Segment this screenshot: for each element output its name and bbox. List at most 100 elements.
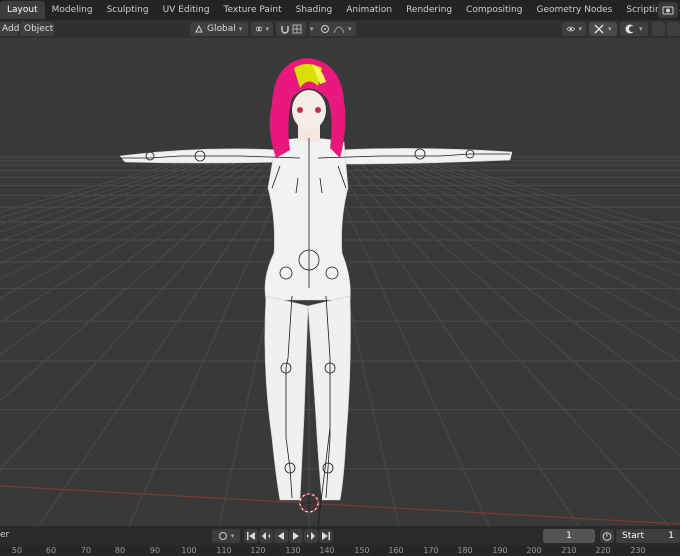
- grid-line: [0, 152, 232, 233]
- grid-line: [362, 152, 680, 310]
- grid-line: [38, 152, 292, 526]
- grid-line: [0, 152, 250, 265]
- pivot-point-dropdown[interactable]: ▾: [251, 22, 273, 36]
- ruler-tick: 60: [45, 546, 57, 555]
- tab-modeling[interactable]: Modeling: [45, 1, 100, 19]
- tab-sculpting[interactable]: Sculpting: [100, 1, 156, 19]
- chevron-down-icon: ▾: [230, 532, 235, 540]
- ruler-tick: 130: [285, 546, 301, 555]
- scene-selector-button[interactable]: [658, 2, 678, 18]
- jump-to-keyframe-forward-button[interactable]: [304, 529, 318, 543]
- chevron-down-icon: ▾: [639, 25, 643, 33]
- proportional-editing-icon: [321, 25, 329, 33]
- object-menu[interactable]: Object: [20, 22, 54, 36]
- shading-mode-button[interactable]: [652, 22, 665, 36]
- ruler-tick: 190: [492, 546, 508, 555]
- grid-line: [0, 152, 214, 213]
- timeline-label: er: [0, 530, 10, 540]
- viewport-header: Add Object Global ▾ ▾ ▾ ▾ ▾ ▾ ▾: [0, 20, 680, 38]
- grid-line: [404, 152, 680, 230]
- tab-animation[interactable]: Animation: [339, 1, 399, 19]
- ruler-tick: 120: [250, 546, 266, 555]
- falloff-curve-icon: [333, 26, 345, 34]
- workspace-tab-bar: Layout Modeling Sculpting UV Editing Tex…: [0, 0, 680, 20]
- jump-to-start-button[interactable]: [244, 529, 258, 543]
- pivot-icon: [255, 26, 263, 32]
- chevron-down-icon: ▾: [608, 25, 612, 33]
- tab-texture-paint[interactable]: Texture Paint: [217, 1, 289, 19]
- snap-grid-icon: [292, 24, 302, 34]
- 3d-cursor: [299, 493, 319, 513]
- frame-ruler[interactable]: 50 60 70 80 90 100 110 120 130 140 150 1…: [0, 546, 680, 556]
- grid-line: [392, 152, 680, 245]
- character-model: [119, 58, 513, 501]
- ruler-tick: 180: [457, 546, 473, 555]
- ruler-tick: 220: [595, 546, 611, 555]
- visibility-dropdown[interactable]: ▾: [562, 22, 586, 36]
- transform-orientation-dropdown[interactable]: Global ▾: [190, 22, 248, 36]
- ruler-tick: 80: [114, 546, 126, 555]
- tab-compositing[interactable]: Compositing: [459, 1, 529, 19]
- orientation-label: Global: [207, 24, 236, 34]
- ruler-tick: 110: [216, 546, 232, 555]
- jump-end-icon: [322, 532, 330, 540]
- start-value: 1: [668, 531, 674, 541]
- ruler-tick: 90: [149, 546, 161, 555]
- keyframe-back-icon: [262, 532, 270, 540]
- tab-layout[interactable]: Layout: [0, 1, 45, 19]
- jump-start-icon: [247, 532, 255, 540]
- jump-to-end-button[interactable]: [319, 529, 333, 543]
- start-frame-field[interactable]: Start 1: [616, 529, 680, 543]
- grid-line: [0, 152, 268, 323]
- keyframe-forward-icon: [307, 532, 315, 540]
- play-button[interactable]: [289, 529, 303, 543]
- stopwatch-icon: [602, 532, 612, 541]
- use-preview-range-button[interactable]: [600, 529, 614, 543]
- ruler-tick: 100: [181, 546, 197, 555]
- ruler-tick: 200: [526, 546, 542, 555]
- grid-line: [332, 152, 670, 526]
- play-reverse-button[interactable]: [274, 529, 288, 543]
- grid-line: [326, 152, 580, 526]
- scene-icon: [662, 6, 674, 15]
- chevron-down-icon: ▾: [265, 25, 269, 33]
- grid-line: [368, 152, 680, 292]
- ruler-tick: 210: [561, 546, 577, 555]
- tab-shading[interactable]: Shading: [289, 1, 340, 19]
- tab-uv-editing[interactable]: UV Editing: [156, 1, 217, 19]
- timeline-bar: er ▾ 1 Start 1: [0, 526, 680, 546]
- ruler-tick: 230: [630, 546, 646, 555]
- grid-line: [0, 152, 244, 252]
- ruler-tick: 50: [11, 546, 23, 555]
- grid-line: [0, 152, 280, 402]
- snap-toggle[interactable]: [276, 22, 306, 36]
- grid-line: [0, 152, 226, 225]
- grid-line: [350, 152, 680, 363]
- ruler-tick: 140: [319, 546, 335, 555]
- chevron-down-icon: ▾: [348, 25, 352, 33]
- keying-dropdown[interactable]: ▾: [212, 529, 240, 543]
- proportional-editing-toggle[interactable]: ▾: [316, 22, 356, 36]
- tab-rendering[interactable]: Rendering: [399, 1, 459, 19]
- play-icon: [293, 532, 299, 540]
- ruler-tick: 150: [354, 546, 370, 555]
- play-reverse-icon: [278, 532, 284, 540]
- grid-line: [0, 152, 262, 299]
- 3d-viewport[interactable]: [0, 38, 680, 526]
- start-label: Start: [622, 531, 644, 541]
- orientation-icon: [195, 24, 203, 33]
- grid-line: [0, 152, 220, 219]
- chevron-down-icon: ▾: [310, 25, 314, 33]
- add-menu[interactable]: Add: [0, 22, 19, 36]
- shading-mode-button-2[interactable]: [667, 22, 680, 36]
- grid-line: [398, 152, 680, 237]
- ruler-tick: 170: [423, 546, 439, 555]
- overlay-icon: [625, 24, 635, 34]
- current-frame-field[interactable]: 1: [543, 529, 595, 543]
- chevron-down-icon: ▾: [238, 25, 243, 33]
- gizmos-toggle[interactable]: ▾: [589, 22, 617, 36]
- tab-geometry-nodes[interactable]: Geometry Nodes: [529, 1, 619, 19]
- record-icon: [218, 532, 227, 540]
- overlays-toggle[interactable]: ▾: [620, 22, 648, 36]
- jump-to-keyframe-back-button[interactable]: [259, 529, 273, 543]
